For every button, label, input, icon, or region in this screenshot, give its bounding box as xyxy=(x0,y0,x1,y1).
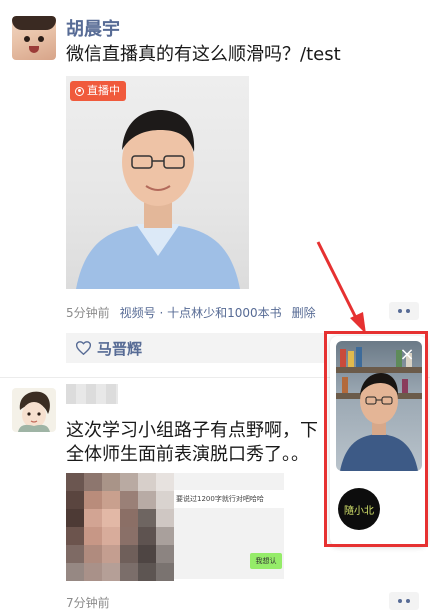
live-stream-thumbnail[interactable]: 直播中 xyxy=(66,76,249,289)
author-avatar[interactable] xyxy=(12,388,56,432)
presenter-photo xyxy=(76,110,240,289)
live-indicator-icon xyxy=(75,86,84,96)
post-text: 微信直播真的有这么顺滑吗？/test xyxy=(66,44,341,65)
post-time: 7分钟前 xyxy=(66,596,110,610)
author-name[interactable]: 胡晨宇 xyxy=(66,15,120,41)
red-arrow-annotation xyxy=(316,241,366,334)
more-actions-button[interactable] xyxy=(389,592,419,610)
likes-box: 马晋辉 xyxy=(66,333,326,363)
post-image-chat-screenshot[interactable]: 要说过1200字就行对吧哈哈 我想认 xyxy=(174,473,284,579)
more-actions-button[interactable] xyxy=(389,302,419,320)
highlight-frame xyxy=(324,331,428,547)
live-badge-label: 直播中 xyxy=(87,84,120,97)
chat-bubble: 要说过1200字就行对吧哈哈 xyxy=(174,490,284,508)
cartoon-avatar-image xyxy=(18,391,50,432)
liker-name[interactable]: 马晋辉 xyxy=(97,338,142,359)
live-badge: 直播中 xyxy=(70,81,126,101)
channel-link[interactable]: 视频号 · 十点林少和1000本书 xyxy=(120,304,282,321)
post-meta: 5分钟前 视频号 · 十点林少和1000本书 删除 xyxy=(66,304,316,321)
author-avatar[interactable] xyxy=(12,16,56,60)
chat-bubble-green: 我想认 xyxy=(250,553,282,569)
post-time: 5分钟前 xyxy=(66,306,110,320)
post-text-line-1: 这次学习小组路子有点野啊，下 xyxy=(66,420,318,441)
heart-icon xyxy=(76,341,91,355)
post-image-pixelated[interactable] xyxy=(66,473,174,581)
author-name-blurred xyxy=(66,384,118,404)
post-text-line-2: 全体师生面前表演脱口秀了。。 xyxy=(66,444,309,465)
